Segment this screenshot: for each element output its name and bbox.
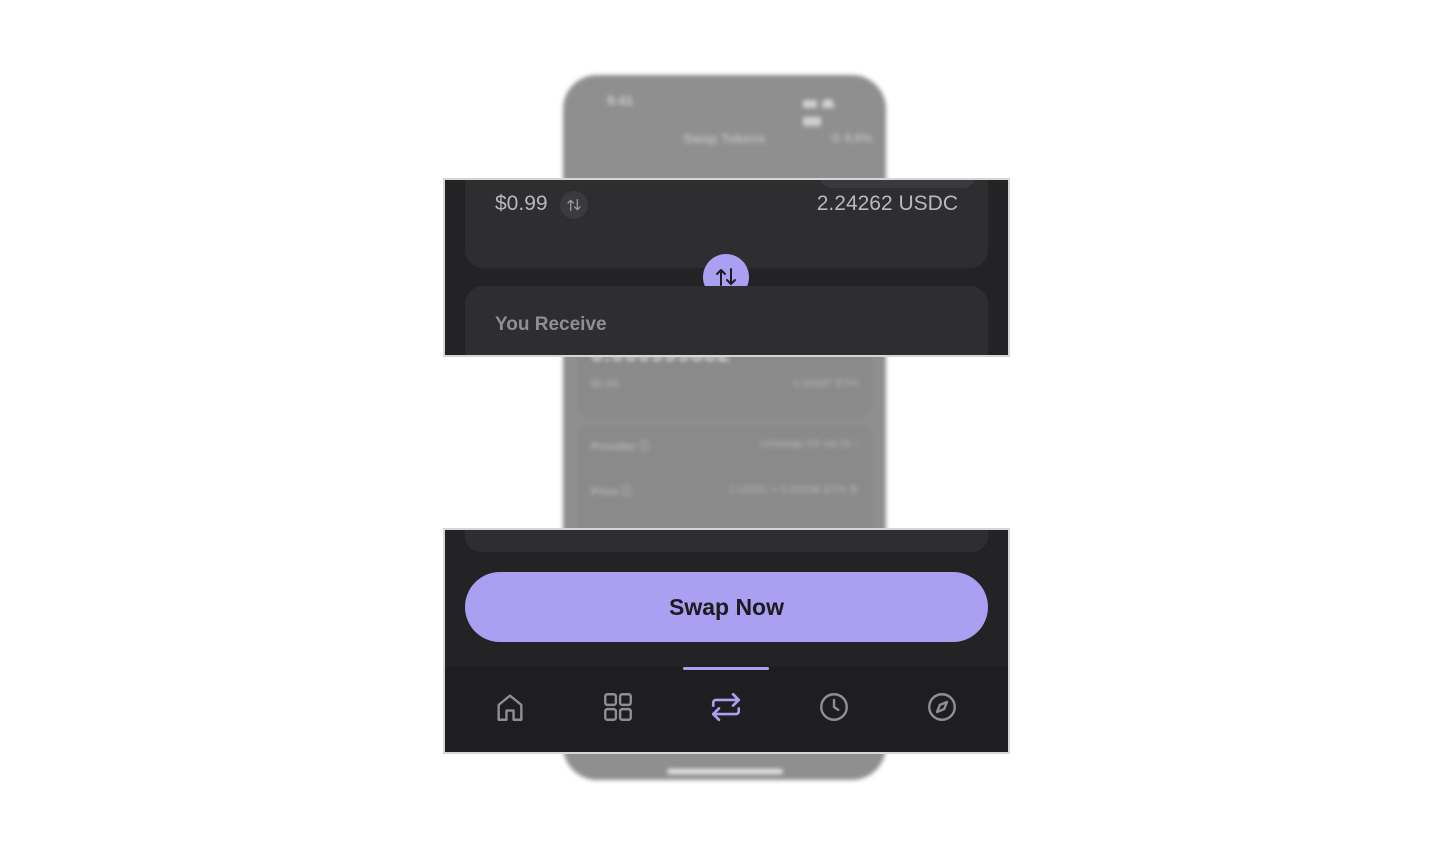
pay-token-balance[interactable]: 2.24262 USDC — [817, 192, 958, 216]
quote-details-card — [465, 530, 988, 552]
tab-swap[interactable] — [706, 687, 746, 727]
grid-icon — [604, 693, 632, 721]
status-icons — [798, 95, 856, 127]
tab-explore[interactable] — [922, 687, 962, 727]
swap-vertical-icon — [567, 199, 581, 211]
status-time: 9:41 — [607, 93, 634, 108]
provider-label: Provider ⓘ — [591, 441, 650, 453]
pay-section-panel: $0.99 2.24262 USDC You Receive — [443, 178, 1010, 357]
swap-now-button[interactable]: Swap Now — [465, 572, 988, 642]
home-icon — [497, 694, 523, 721]
clock-icon — [820, 693, 848, 721]
tab-activity[interactable] — [814, 687, 854, 727]
tab-home[interactable] — [490, 687, 530, 727]
token-selector[interactable] — [820, 180, 975, 188]
receive-card: You Receive — [465, 286, 988, 355]
toggle-currency-button[interactable] — [560, 191, 588, 219]
background-receive-balance: 0.00087 ETH — [793, 378, 858, 390]
swap-icon — [711, 692, 741, 722]
home-indicator — [667, 769, 783, 774]
bottom-action-panel: Swap Now — [443, 528, 1010, 754]
price-label: Price ⓘ — [591, 486, 632, 498]
pay-usd-value: $0.99 — [495, 192, 548, 215]
background-receive-usd: $0.99 — [591, 378, 619, 390]
price-value: 1 USDC ≈ 0.00036 ETH ⇅ — [728, 484, 858, 496]
slippage-setting[interactable]: ⚙ 0.5% — [831, 131, 872, 145]
receive-label: You Receive — [495, 314, 607, 335]
tab-collectibles[interactable] — [598, 687, 638, 727]
bottom-tab-bar — [445, 667, 1008, 752]
active-tab-indicator — [683, 667, 769, 670]
compass-icon — [928, 693, 956, 721]
provider-value[interactable]: Uniswap V4 via 0x › — [761, 438, 858, 450]
